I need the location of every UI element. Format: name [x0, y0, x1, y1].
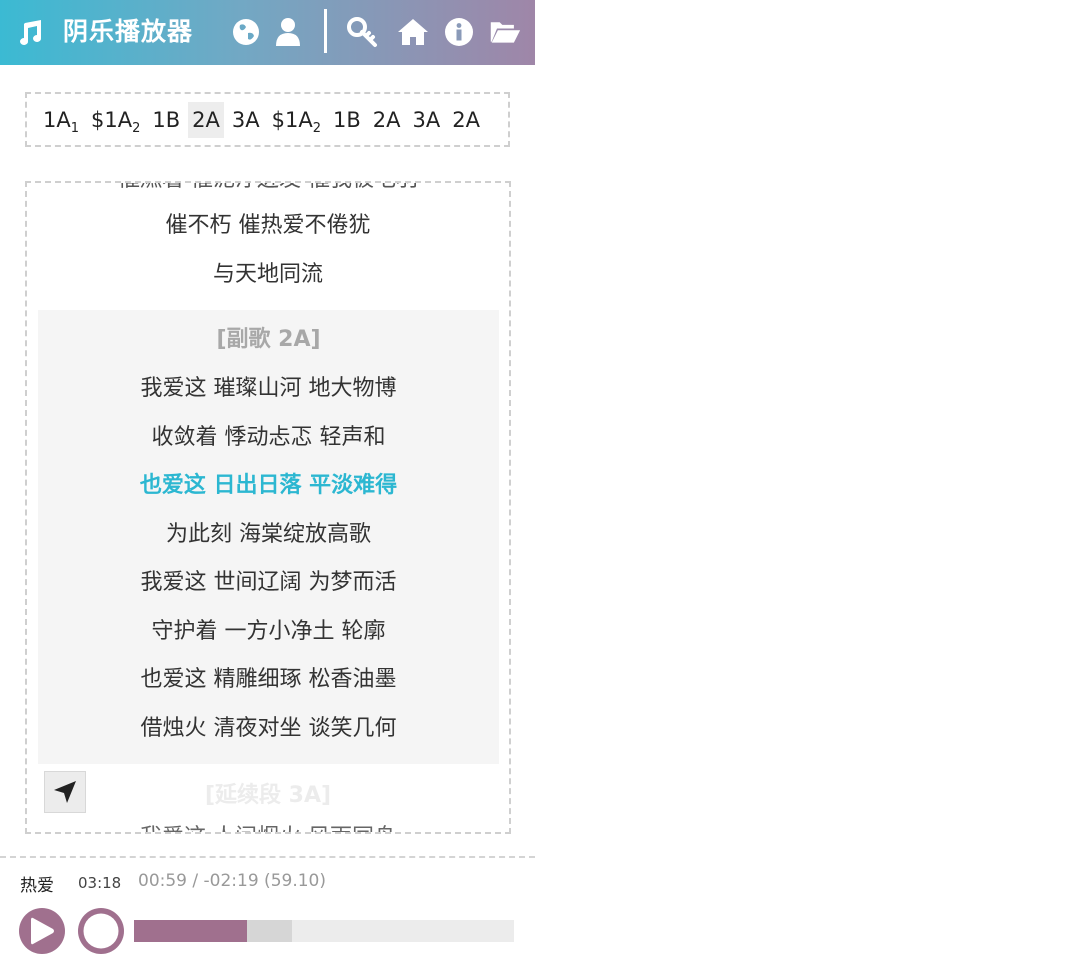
section-tab[interactable]: 2A: [448, 102, 484, 138]
section-tab-subscript: 2: [312, 120, 322, 136]
section-tab-label: 1A: [43, 107, 71, 132]
lyric-line: 我爱这 世间辽阔 为梦而活: [140, 570, 397, 595]
section-tab[interactable]: 2A: [188, 101, 224, 138]
lyric-line: 催不朽 催热爱不倦犹: [165, 213, 371, 238]
section-strip: 1A1 $1A2 1B 2A 3A $1A2 1B 2A 3A 2A: [25, 92, 510, 147]
section-tab-label: 1B: [333, 107, 361, 132]
play-button[interactable]: [18, 907, 66, 955]
section-tab-label: 2A: [452, 107, 480, 132]
section-tab[interactable]: $1A2: [87, 102, 144, 138]
player-app: 阴乐播放器 1A1$1A21B2A3A$1A21B2A3A2A 催燃着 催泥泞迸…: [0, 0, 535, 967]
lyric-line: 收敛着 悸动忐忑 轻声和: [151, 424, 386, 450]
section-tab[interactable]: 3A: [409, 102, 445, 138]
progress-fill: [134, 920, 248, 942]
section-tab-subscript: 1: [70, 120, 80, 136]
lyric-line: 守护着 一方小净土 轮廓: [151, 618, 386, 644]
section-tab[interactable]: 3A: [228, 102, 264, 138]
lyrics-panel[interactable]: 催燃着 催泥泞迸发 催我被毛羽 催不朽 催热爱不倦犹 与天地同流 [副歌 2A]…: [25, 181, 511, 834]
chorus-block: [副歌 2A] 我爱这 璀璨山河 地大物博 收敛着 悸动忐忑 轻声和 也爱这 日出日…: [38, 310, 499, 764]
section-tab[interactable]: 1A1: [39, 102, 83, 138]
section-tab-label: $1A: [271, 107, 313, 132]
section-tab[interactable]: $1A2: [268, 102, 325, 138]
lyric-line-partial: 我爱这 人间烟火 风雨同舟: [27, 823, 509, 832]
section-tab-label: 2A: [372, 107, 401, 132]
section-heading: [副歌 2A]: [216, 327, 321, 352]
section-tab-label: 1B: [152, 107, 181, 132]
section-tab[interactable]: 1B: [148, 102, 184, 138]
lyric-line: 也爱这 精雕细琢 松香油墨: [140, 667, 397, 692]
lyric-line-partial: 催燃着 催泥泞迸发 催我被毛羽: [27, 183, 509, 195]
section-tab-label: 3A: [231, 107, 260, 132]
progress-bar[interactable]: [134, 920, 514, 942]
lyric-line: 借烛火 清夜对坐 谈笑几何: [140, 715, 397, 741]
home-icon[interactable]: [397, 16, 429, 48]
song-duration: 03:18: [78, 874, 122, 892]
lyric-line: 与天地同流: [212, 262, 323, 287]
stop-button[interactable]: [77, 907, 125, 955]
music-note-icon: [20, 20, 42, 45]
section-heading-next: [延续段 3A]: [204, 783, 332, 808]
info-icon[interactable]: [443, 16, 475, 48]
player-divider: [0, 856, 535, 858]
section-tab[interactable]: 2A: [369, 102, 405, 138]
app-header: 阴乐播放器: [0, 0, 535, 65]
section-tab-subscript: 2: [132, 120, 141, 136]
user-icon[interactable]: [272, 16, 304, 48]
section-tab-label: 3A: [412, 107, 441, 132]
section-tab-label: $1A: [91, 107, 133, 132]
song-title: 热爱: [20, 876, 54, 896]
section-tab-label: 2A: [192, 107, 220, 132]
app-title: 阴乐播放器: [63, 17, 194, 46]
section-tab[interactable]: 1B: [329, 102, 365, 138]
lyric-line: 为此刻 海棠绽放高歌: [166, 521, 371, 547]
playback-time: 00:59 / -02:19 (59.10): [138, 871, 326, 891]
lyric-line: 我爱这 璀璨山河 地大物博: [140, 376, 397, 401]
lyric-line-current: 也爱这 日出日落 平淡难得: [139, 473, 398, 498]
globe-icon[interactable]: [230, 16, 262, 48]
header-divider: [324, 9, 327, 53]
key-icon[interactable]: [346, 16, 378, 48]
folder-open-icon[interactable]: [489, 16, 521, 48]
